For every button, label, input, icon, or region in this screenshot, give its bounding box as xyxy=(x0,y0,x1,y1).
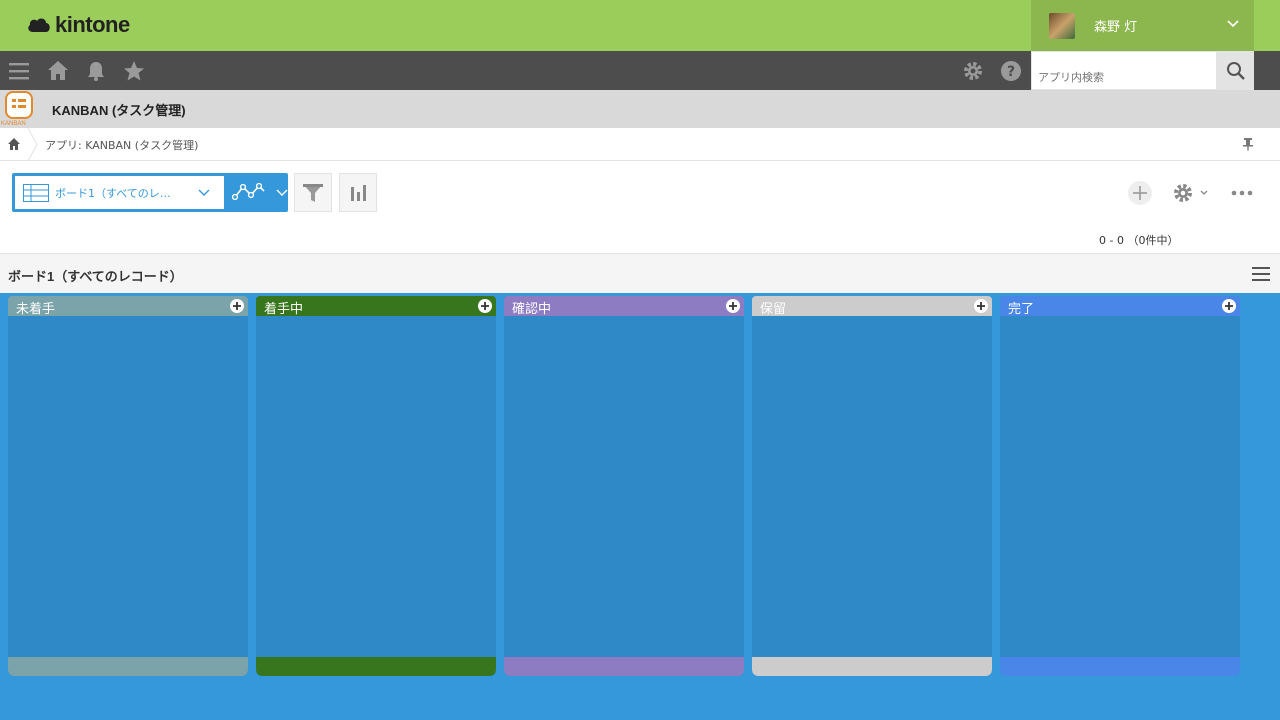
table-view-icon xyxy=(23,184,49,202)
app-icon-label: KANBAN xyxy=(1,121,26,127)
user-menu[interactable]: 森野 灯 xyxy=(1031,0,1254,51)
help-icon[interactable]: ? xyxy=(999,59,1023,83)
board-header: ボード1（すべてのレコード） xyxy=(0,253,1280,293)
column-footer xyxy=(752,657,992,676)
record-count: 0 - 0 （0件中） xyxy=(1099,234,1179,247)
app-icon[interactable] xyxy=(5,91,33,119)
column-add-button[interactable] xyxy=(1222,299,1236,313)
view-selector[interactable]: ボード1（すべてのレ… xyxy=(12,173,288,212)
kanban-column: 未着手 xyxy=(8,296,248,676)
menu-icon[interactable] xyxy=(7,59,31,83)
column-add-button[interactable] xyxy=(478,299,492,313)
kanban-column: 確認中 xyxy=(504,296,744,676)
top-bar: kintone 森野 灯 xyxy=(0,0,1280,51)
column-header: 保留 xyxy=(752,296,992,317)
pin-icon[interactable] xyxy=(1242,137,1254,151)
column-footer xyxy=(504,657,744,676)
bell-icon[interactable] xyxy=(84,59,108,83)
plus-icon xyxy=(233,302,241,310)
breadcrumb: アプリ: KANBAN (タスク管理) xyxy=(0,128,1280,161)
graph-button[interactable] xyxy=(339,173,377,212)
chevron-down-icon[interactable] xyxy=(276,187,288,199)
graph-icon[interactable] xyxy=(232,182,266,202)
column-add-button[interactable] xyxy=(974,299,988,313)
brand-name: kintone xyxy=(55,12,130,37)
column-footer xyxy=(8,657,248,676)
chevron-down-icon xyxy=(1227,20,1239,28)
column-label: 確認中 xyxy=(512,302,552,317)
column-label: 着手中 xyxy=(264,302,304,317)
kanban-column: 着手中 xyxy=(256,296,496,676)
board-menu-icon[interactable] xyxy=(1252,266,1270,282)
app-title: KANBAN (タスク管理) xyxy=(52,103,186,118)
add-record-button[interactable] xyxy=(1128,181,1152,205)
column-header: 未着手 xyxy=(8,296,248,317)
column-label: 保留 xyxy=(760,302,787,317)
more-options-icon[interactable] xyxy=(1230,182,1254,204)
column-label: 未着手 xyxy=(16,302,56,317)
kintone-logo[interactable]: kintone xyxy=(27,12,130,38)
view-dropdown[interactable]: ボード1（すべてのレ… xyxy=(15,176,224,209)
plus-icon xyxy=(1133,186,1147,200)
column-header: 完了 xyxy=(1000,296,1240,317)
column-header: 着手中 xyxy=(256,296,496,317)
kanban-column: 完了 xyxy=(1000,296,1240,676)
plus-icon xyxy=(729,302,737,310)
gear-icon[interactable] xyxy=(961,59,985,83)
plus-icon xyxy=(1225,302,1233,310)
breadcrumb-app-link[interactable]: アプリ: KANBAN (タスク管理) xyxy=(45,137,198,153)
breadcrumb-separator-icon xyxy=(27,128,38,161)
search-button[interactable] xyxy=(1217,51,1254,90)
search-input[interactable] xyxy=(1031,51,1217,90)
column-footer xyxy=(256,657,496,676)
board-title: ボード1（すべてのレコード） xyxy=(8,269,183,284)
column-header: 確認中 xyxy=(504,296,744,317)
app-header xyxy=(0,90,1280,128)
filter-icon xyxy=(303,183,323,202)
user-name: 森野 灯 xyxy=(1094,20,1138,35)
column-footer xyxy=(1000,657,1240,676)
home-icon[interactable] xyxy=(46,59,70,83)
column-add-button[interactable] xyxy=(726,299,740,313)
svg-text:?: ? xyxy=(1007,64,1015,80)
plus-icon xyxy=(481,302,489,310)
cloud-logo-icon xyxy=(28,18,50,32)
column-label: 完了 xyxy=(1008,302,1035,317)
search-icon xyxy=(1226,61,1245,80)
filter-button[interactable] xyxy=(294,173,332,212)
star-icon[interactable] xyxy=(122,59,146,83)
avatar xyxy=(1049,12,1075,39)
app-settings-icon[interactable] xyxy=(1172,182,1210,204)
list-icon xyxy=(12,99,26,108)
home-icon[interactable] xyxy=(7,137,21,151)
bar-chart-icon xyxy=(351,184,366,201)
kanban-column: 保留 xyxy=(752,296,992,676)
kanban-board: 未着手 着手中 確認中 保留 完了 xyxy=(0,293,1280,720)
view-name: ボード1（すべてのレ… xyxy=(55,187,171,200)
column-add-button[interactable] xyxy=(230,299,244,313)
chevron-down-icon xyxy=(198,189,210,196)
plus-icon xyxy=(977,302,985,310)
